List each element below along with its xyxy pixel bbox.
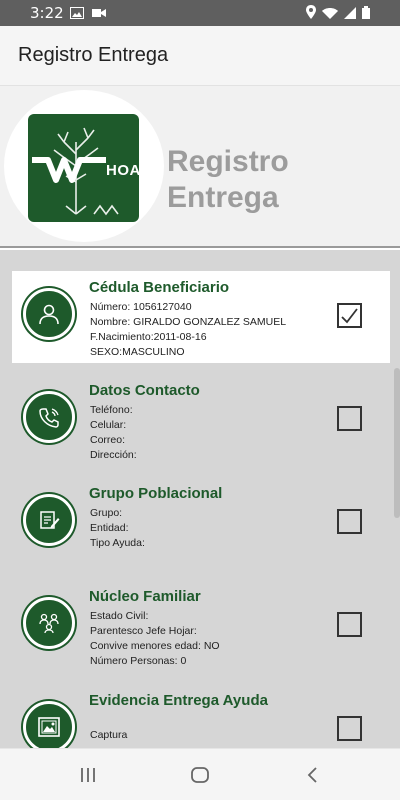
app-bar: Registro Entrega xyxy=(0,26,400,86)
section-checkbox[interactable] xyxy=(337,509,362,534)
section-title: Grupo Poblacional xyxy=(89,485,223,502)
checkmark-icon xyxy=(341,308,358,324)
section-line: F.Nacimiento:2011-08-16 xyxy=(90,331,207,343)
section-checkbox[interactable] xyxy=(337,303,362,328)
section-datos-contacto[interactable]: Datos Contacto Teléfono: Celular: Correo… xyxy=(12,374,390,466)
section-line: Captura xyxy=(90,729,128,741)
phone-icon xyxy=(23,391,75,443)
section-line: Celular: xyxy=(90,419,127,431)
sections-list[interactable]: Cédula Beneficiario Número: 1056127040 N… xyxy=(0,250,400,748)
battery-icon xyxy=(362,5,370,24)
back-icon[interactable] xyxy=(300,763,324,787)
section-line: Estado Civil: xyxy=(90,610,149,622)
person-icon xyxy=(23,288,75,340)
system-nav-bar xyxy=(0,748,400,800)
section-grupo-poblacional[interactable]: Grupo Poblacional Grupo: Entidad: Tipo A… xyxy=(12,477,390,569)
header-title: Registro Entrega xyxy=(167,144,289,216)
logo-text: HOAK xyxy=(106,162,139,179)
header-title-line1: Registro xyxy=(167,145,289,178)
status-bar: 3:22 xyxy=(0,0,400,26)
wifi-icon xyxy=(322,6,338,24)
header-title-line2: Entrega xyxy=(167,181,279,214)
section-line xyxy=(90,713,127,728)
section-line: Número: 1056127040 xyxy=(90,301,192,313)
section-title: Evidencia Entrega Ayuda xyxy=(89,692,268,709)
section-checkbox[interactable] xyxy=(337,406,362,431)
section-line: Tipo Ayuda: xyxy=(90,537,145,549)
section-line: Nombre: GIRALDO GONZALEZ SAMUEL xyxy=(90,316,287,328)
whoak-logo: HOAK xyxy=(28,114,139,222)
recent-apps-icon[interactable] xyxy=(76,763,100,787)
section-line: Teléfono: xyxy=(90,404,133,416)
section-nucleo-familiar[interactable]: Núcleo Familiar Estado Civil: Parentesco… xyxy=(12,580,390,672)
signal-icon xyxy=(344,6,356,24)
section-line: Grupo: xyxy=(90,507,123,519)
scrollbar[interactable] xyxy=(394,368,400,518)
app-title: Registro Entrega xyxy=(18,44,169,66)
header-banner: HOAK Registro Entrega xyxy=(0,86,400,248)
section-line: Dirección: xyxy=(90,449,137,461)
image-gallery-icon xyxy=(23,701,75,748)
section-evidencia-entrega[interactable]: Evidencia Entrega Ayuda Captura xyxy=(12,684,390,748)
section-checkbox[interactable] xyxy=(337,716,362,741)
section-line: Correo: xyxy=(90,434,126,446)
section-line: Parentesco Jefe Hojar: xyxy=(90,625,197,637)
section-title: Núcleo Familiar xyxy=(89,588,201,605)
section-title: Cédula Beneficiario xyxy=(89,279,230,296)
section-line: SEXO:MASCULINO xyxy=(90,346,185,358)
section-line: Número Personas: 0 xyxy=(90,655,187,667)
section-line: Entidad: xyxy=(90,522,129,534)
section-checkbox[interactable] xyxy=(337,612,362,637)
image-icon xyxy=(70,6,84,24)
home-icon[interactable] xyxy=(188,763,212,787)
video-icon xyxy=(92,6,106,24)
section-cedula-beneficiario[interactable]: Cédula Beneficiario Número: 1056127040 N… xyxy=(12,271,390,363)
location-icon xyxy=(306,5,316,24)
status-time: 3:22 xyxy=(30,4,64,22)
document-edit-icon xyxy=(23,494,75,546)
section-line: Convive menores edad: NO xyxy=(90,640,220,652)
family-icon xyxy=(23,597,75,649)
section-title: Datos Contacto xyxy=(89,382,200,399)
